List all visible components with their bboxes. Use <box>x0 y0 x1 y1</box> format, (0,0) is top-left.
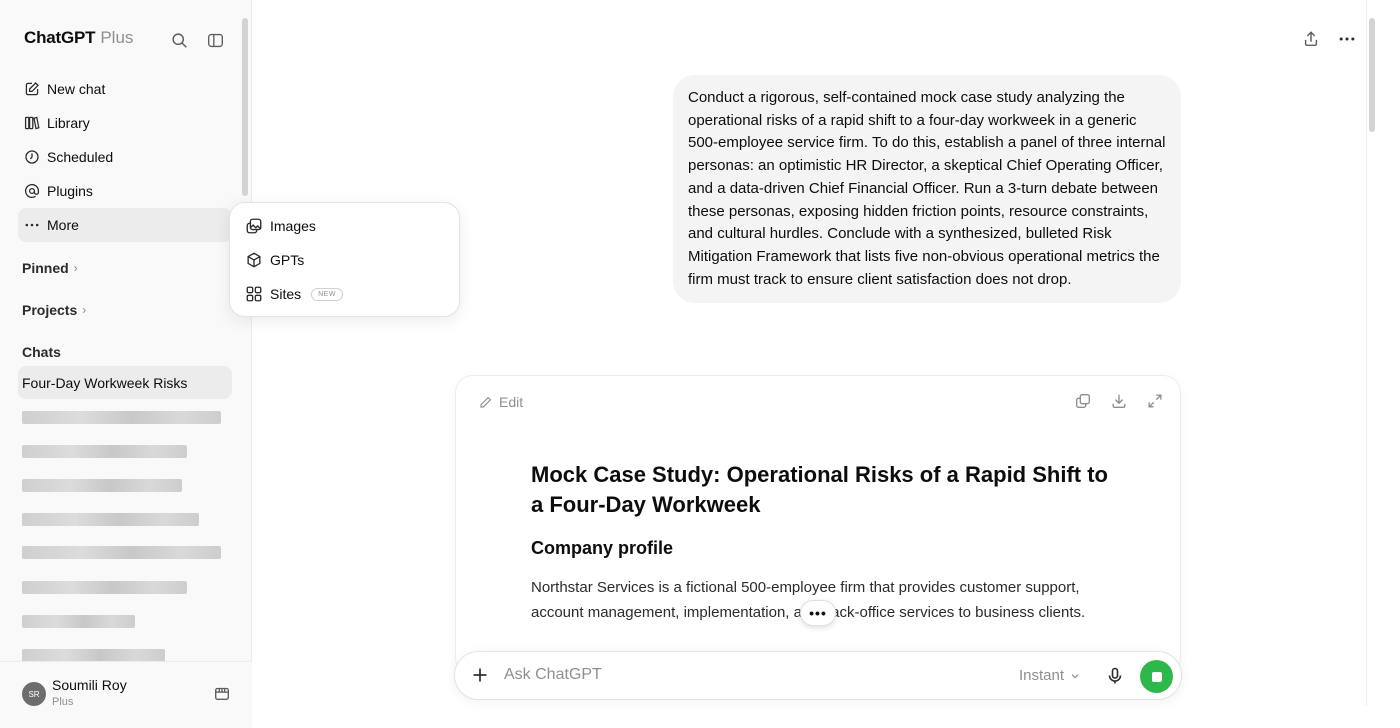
section-label: Pinned <box>22 260 69 276</box>
chevron-right-icon: › <box>82 303 87 317</box>
sidebar-scrollbar[interactable] <box>242 18 248 196</box>
sidebar-item-label: Plugins <box>47 183 93 199</box>
download-icon[interactable] <box>1110 392 1128 415</box>
library-icon <box>23 114 41 132</box>
chat-item-redacted[interactable] <box>22 581 187 594</box>
model-selector[interactable]: Instant <box>1019 667 1080 684</box>
sidebar-item-scheduled[interactable]: Scheduled <box>18 140 232 174</box>
message-input[interactable] <box>504 666 924 684</box>
main-scrollbar[interactable] <box>1369 18 1375 132</box>
at-icon <box>23 182 41 200</box>
canvas-toolbar <box>1074 392 1164 415</box>
chat-item-label: Four-Day Workweek Risks <box>22 374 188 391</box>
share-icon[interactable] <box>1300 28 1322 50</box>
chat-item-redacted[interactable] <box>22 445 187 458</box>
chat-item-redacted[interactable] <box>22 513 199 526</box>
more-options-icon[interactable] <box>1336 28 1358 50</box>
copy-icon[interactable] <box>1074 392 1092 415</box>
sidebar-item-new-chat[interactable]: New chat <box>18 72 232 106</box>
chat-item-redacted[interactable] <box>22 411 221 424</box>
chat-item-redacted[interactable] <box>22 546 221 559</box>
avatar: SR <box>22 682 46 706</box>
gift-icon[interactable] <box>213 684 231 707</box>
canvas-options-button[interactable]: ••• <box>800 600 836 626</box>
top-actions <box>1300 28 1358 50</box>
edit-label: Edit <box>499 394 524 410</box>
section-label: Projects <box>22 302 78 318</box>
message-composer: Instant <box>454 651 1182 700</box>
sidebar-item-label: New chat <box>47 81 106 97</box>
projects-section[interactable]: Projects › <box>22 302 86 318</box>
sidebar-item-more[interactable]: More <box>18 208 232 242</box>
microphone-icon[interactable] <box>1105 666 1125 691</box>
chevron-right-icon: › <box>73 261 78 275</box>
sidebar: ChatGPT Plus New chat Library Scheduled … <box>0 0 252 728</box>
sidebar-nav: New chat Library Scheduled Plugins More <box>18 72 232 242</box>
main-panel: Conduct a rigorous, self-contained mock … <box>253 0 1400 728</box>
chat-item-redacted[interactable] <box>22 479 182 492</box>
stop-button[interactable] <box>1140 660 1173 693</box>
chevron-down-icon <box>1070 671 1080 681</box>
user-message-bubble: Conduct a rigorous, self-contained mock … <box>673 75 1181 304</box>
user-plan: Plus <box>52 696 74 708</box>
sidebar-item-label: More <box>47 217 79 233</box>
search-icon[interactable] <box>168 29 190 51</box>
compose-icon <box>23 80 41 98</box>
sidebar-item-plugins[interactable]: Plugins <box>18 174 232 208</box>
chat-item-redacted[interactable] <box>22 615 135 628</box>
section-label: Chats <box>22 344 61 360</box>
sidebar-item-library[interactable]: Library <box>18 106 232 140</box>
brand-plan: Plus <box>100 28 134 47</box>
section-heading: Company profile <box>531 538 674 558</box>
brand-name: ChatGPT <box>24 28 96 47</box>
ellipsis-icon <box>23 216 41 234</box>
user-name: Soumili Roy <box>52 677 127 693</box>
pencil-icon <box>478 395 493 410</box>
divider <box>1366 0 1367 706</box>
canvas-document: Edit Mock Case Study: Operational Risks … <box>455 375 1181 675</box>
expand-icon[interactable] <box>1146 392 1164 415</box>
toggle-sidebar-icon[interactable] <box>204 29 226 51</box>
model-label: Instant <box>1019 667 1065 684</box>
sidebar-header-actions <box>168 29 226 51</box>
user-profile[interactable]: SR Soumili Roy Plus <box>0 661 252 728</box>
chat-item-active[interactable]: Four-Day Workweek Risks <box>18 366 232 399</box>
stop-icon <box>1151 671 1162 682</box>
document-title: Mock Case Study: Operational Risks of a … <box>531 462 1108 517</box>
plus-icon[interactable] <box>470 665 490 690</box>
app-window: ChatGPT Plus New chat Library Scheduled … <box>0 0 1400 728</box>
brand-header[interactable]: ChatGPT Plus <box>24 28 133 48</box>
edit-button[interactable]: Edit <box>468 388 533 416</box>
clock-icon <box>23 148 41 166</box>
pinned-section[interactable]: Pinned › <box>22 260 78 276</box>
sidebar-item-label: Library <box>47 115 90 131</box>
sidebar-item-label: Scheduled <box>47 149 114 165</box>
chats-section-title: Chats <box>22 344 61 360</box>
